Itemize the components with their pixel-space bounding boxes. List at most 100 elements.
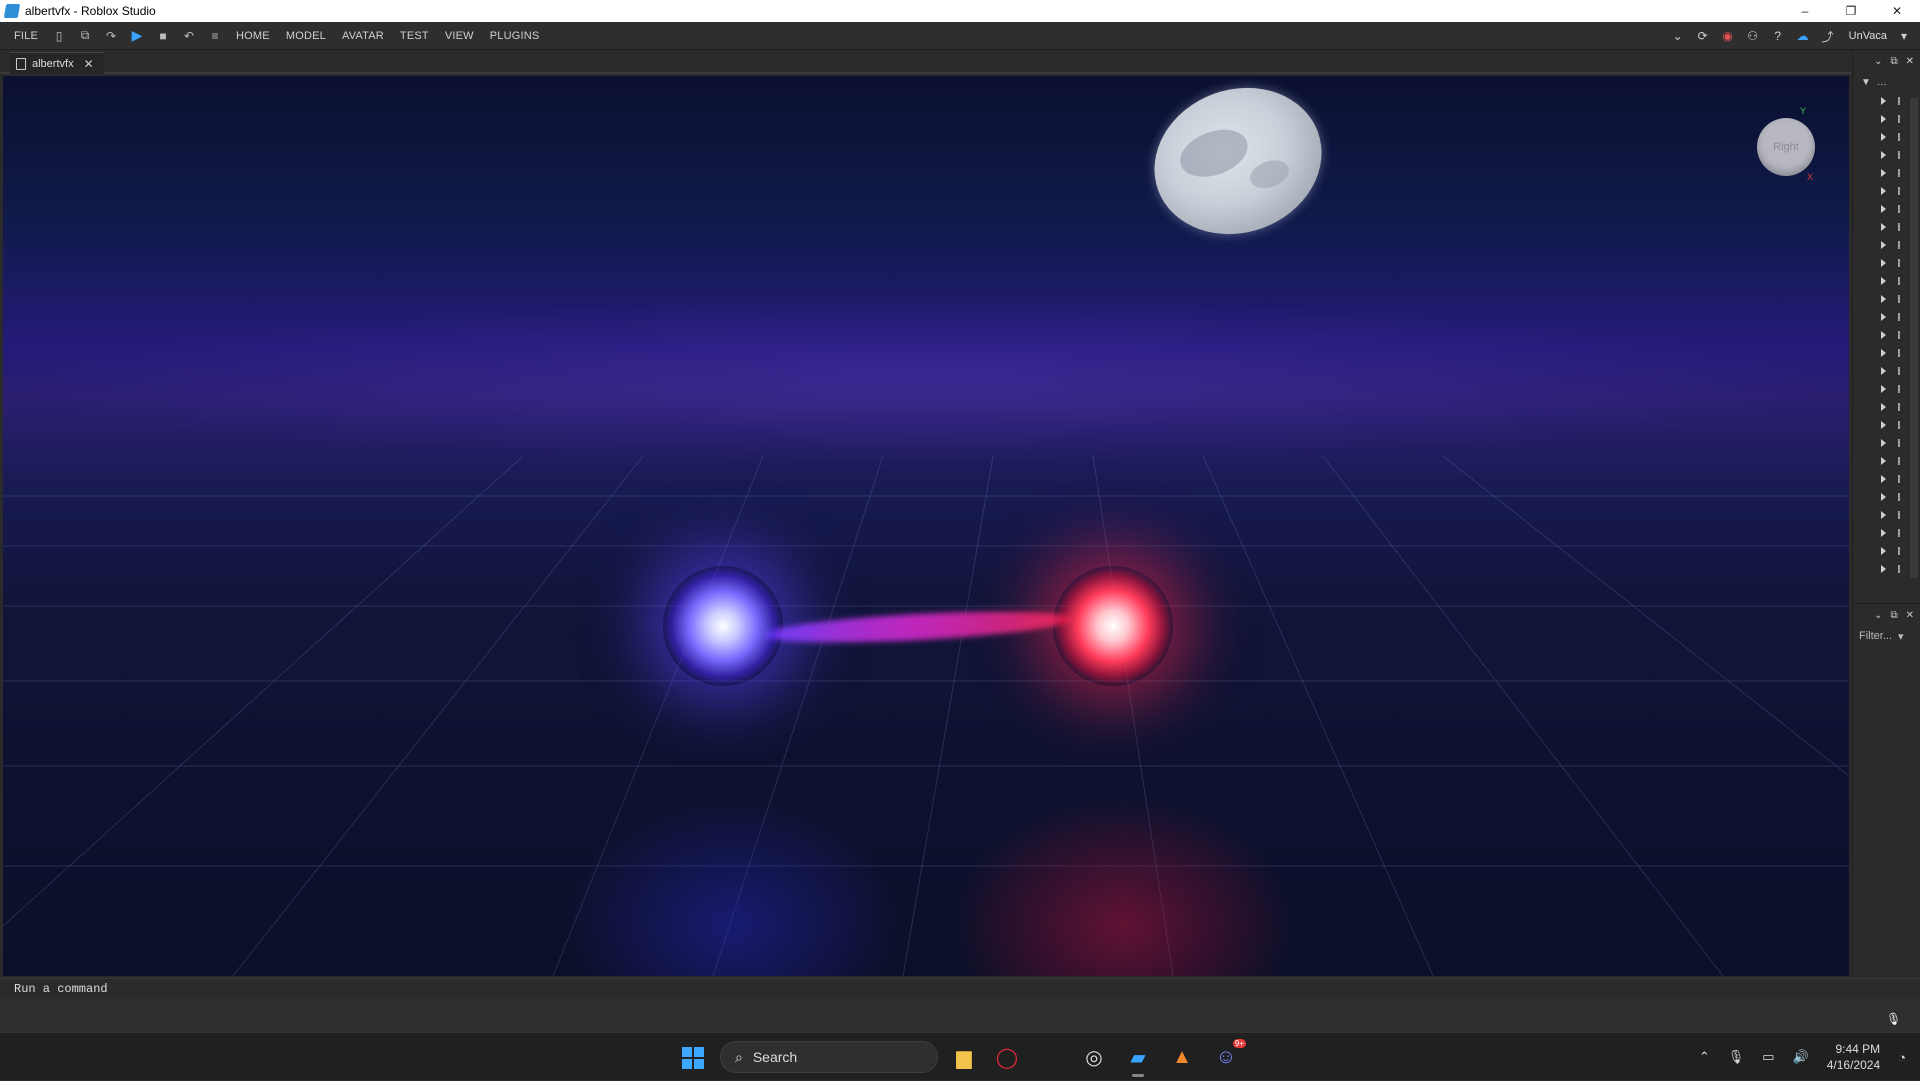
expand-arrow-icon[interactable] — [1881, 457, 1886, 465]
properties-filter[interactable]: Filter... ▾ — [1859, 630, 1920, 643]
sync-icon[interactable]: ⟳ — [1695, 28, 1711, 44]
close-window-button[interactable]: ✕ — [1874, 0, 1920, 22]
stop-icon[interactable]: ■ — [154, 27, 172, 45]
chevron-down-icon[interactable]: ⌄ — [1670, 28, 1686, 44]
opera-icon[interactable]: ◯ — [993, 1043, 1021, 1071]
menu-file[interactable]: FILE — [6, 30, 46, 42]
properties-filter-placeholder: Filter... — [1859, 630, 1893, 642]
file-explorer-icon[interactable]: ▆ — [950, 1043, 978, 1071]
app-triangle-icon[interactable]: ▲ — [1168, 1043, 1196, 1071]
close-tab-icon[interactable]: ✕ — [84, 57, 94, 71]
expand-arrow-icon[interactable] — [1881, 295, 1886, 303]
expand-arrow-icon[interactable] — [1881, 403, 1886, 411]
clock[interactable]: 9:44 PM 4/16/2024 — [1827, 1041, 1880, 1073]
expand-arrow-icon[interactable] — [1881, 259, 1886, 267]
expand-arrow-icon[interactable] — [1881, 151, 1886, 159]
team-create-icon[interactable]: ⚇ — [1745, 28, 1761, 44]
expand-arrow-icon[interactable] — [1881, 115, 1886, 123]
view-cube[interactable]: Right — [1757, 118, 1815, 176]
expand-arrow-icon[interactable] — [1881, 331, 1886, 339]
show-hidden-icons-icon[interactable]: ⌃ — [1699, 1049, 1710, 1065]
new-file-icon[interactable]: ▯ — [50, 27, 68, 45]
share-icon[interactable]: ⤴ — [1820, 28, 1836, 44]
expand-arrow-icon[interactable] — [1881, 367, 1886, 375]
active-indicator — [1132, 1074, 1144, 1077]
user-dropdown-icon[interactable]: ▾ — [1896, 28, 1912, 44]
expand-arrow-icon[interactable] — [1881, 277, 1886, 285]
expand-arrow-icon[interactable] — [1881, 241, 1886, 249]
microphone-tray-icon[interactable]: 🎙 — [1728, 1049, 1745, 1065]
notification-icon[interactable]: ◔ — [1898, 1050, 1906, 1065]
instance-icon — [1898, 295, 1900, 303]
menu-test[interactable]: TEST — [392, 30, 437, 42]
minimize-button[interactable]: – — [1782, 0, 1828, 22]
volume-icon[interactable]: 🔊 — [1793, 1049, 1809, 1065]
explorer-scrollbar[interactable] — [1910, 98, 1918, 578]
aperture-icon[interactable]: ◎ — [1080, 1043, 1108, 1071]
menu-plugins[interactable]: PLUGINS — [482, 30, 548, 42]
redo-icon[interactable]: ↷ — [102, 27, 120, 45]
play-icon[interactable]: ▶ — [128, 27, 146, 45]
more-icon[interactable]: … — [1877, 77, 1887, 88]
expand-arrow-icon[interactable] — [1881, 313, 1886, 321]
menu-view[interactable]: VIEW — [437, 30, 482, 42]
expand-arrow-icon[interactable] — [1881, 223, 1886, 231]
help-icon[interactable]: ? — [1770, 28, 1786, 44]
headset-icon[interactable]: ◉ — [1720, 28, 1736, 44]
expand-arrow-icon[interactable] — [1881, 133, 1886, 141]
collapse-icon[interactable]: ⌄ — [1874, 610, 1882, 621]
expand-arrow-icon[interactable] — [1881, 493, 1886, 501]
discord-icon[interactable]: ☺ 9+ — [1212, 1039, 1246, 1071]
microphone-icon[interactable]: 🎙 — [1886, 1012, 1901, 1028]
filter-icon[interactable]: ▼ — [1861, 77, 1871, 88]
expand-arrow-icon[interactable] — [1881, 169, 1886, 177]
undo-icon[interactable]: ↶ — [180, 27, 198, 45]
instance-icon — [1898, 547, 1900, 555]
undock-icon[interactable]: ⧉ — [1890, 56, 1897, 67]
title-bar: albertvfx - Roblox Studio – ❐ ✕ — [0, 0, 1920, 22]
expand-arrow-icon[interactable] — [1881, 385, 1886, 393]
instance-icon — [1898, 349, 1900, 357]
expand-arrow-icon[interactable] — [1881, 421, 1886, 429]
expand-arrow-icon[interactable] — [1881, 205, 1886, 213]
instance-icon — [1898, 259, 1900, 267]
discord-badge: 9+ — [1232, 1039, 1246, 1048]
view-cube-label: Right — [1773, 141, 1799, 153]
command-input[interactable]: Run a command — [14, 982, 108, 996]
roblox-studio-taskbar-icon[interactable]: ▰ — [1124, 1043, 1152, 1077]
menu-model[interactable]: MODEL — [278, 30, 334, 42]
expand-arrow-icon[interactable] — [1881, 187, 1886, 195]
cloud-icon[interactable]: ☁ — [1795, 28, 1811, 44]
expand-arrow-icon[interactable] — [1881, 475, 1886, 483]
command-bar[interactable]: Run a command — [0, 978, 1920, 998]
3d-viewport[interactable]: Y Right X — [3, 76, 1849, 976]
instance-icon — [1898, 385, 1900, 393]
expand-arrow-icon[interactable] — [1881, 97, 1886, 105]
expand-arrow-icon[interactable] — [1881, 547, 1886, 555]
user-name[interactable]: UnVaca — [1849, 30, 1887, 42]
close-panel-icon[interactable]: ✕ — [1906, 610, 1914, 621]
explorer-panel: ⌄ ⧉ ✕ ▼ … — [1852, 50, 1920, 603]
collapse-icon[interactable]: ⌄ — [1874, 56, 1882, 67]
maximize-button[interactable]: ❐ — [1828, 0, 1874, 22]
publish-icon[interactable]: ⧉ — [76, 27, 94, 45]
undock-icon[interactable]: ⧉ — [1890, 610, 1897, 621]
instance-icon — [1898, 421, 1900, 429]
customize-toolbar-icon[interactable]: ≡ — [206, 27, 224, 45]
expand-arrow-icon[interactable] — [1881, 439, 1886, 447]
windows-start-icon[interactable] — [682, 1047, 704, 1069]
tab-albertvfx[interactable]: albertvfx ✕ — [10, 52, 104, 74]
blue-energy-orb[interactable] — [663, 566, 783, 686]
instance-icon — [1898, 367, 1900, 375]
taskbar-search[interactable]: ⌕ Search — [720, 1041, 938, 1073]
properties-panel: ⌄ ⧉ ✕ Filter... ▾ — [1852, 603, 1920, 978]
expand-arrow-icon[interactable] — [1881, 349, 1886, 357]
expand-arrow-icon[interactable] — [1881, 511, 1886, 519]
expand-arrow-icon[interactable] — [1881, 529, 1886, 537]
close-panel-icon[interactable]: ✕ — [1906, 56, 1914, 67]
expand-arrow-icon[interactable] — [1881, 565, 1886, 573]
menu-avatar[interactable]: AVATAR — [334, 30, 392, 42]
red-energy-orb[interactable] — [1053, 566, 1173, 686]
network-icon[interactable]: ▭ — [1762, 1049, 1774, 1065]
menu-home[interactable]: HOME — [228, 30, 278, 42]
